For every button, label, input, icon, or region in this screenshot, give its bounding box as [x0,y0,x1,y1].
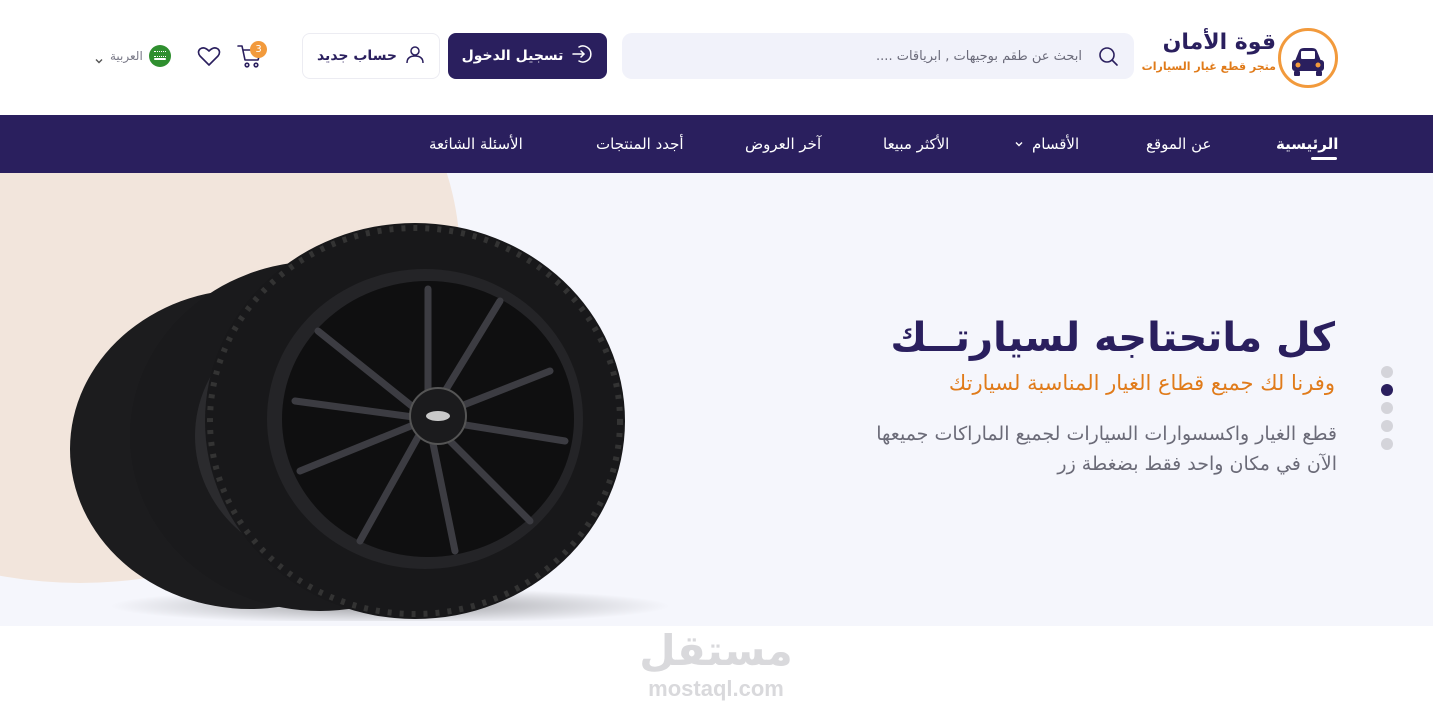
login-label: تسجيل الدخول [461,48,564,64]
hero-banner: كل ماتحتاجه لسيارتــك وفرنا لك جميع قطاع… [0,173,1433,626]
logo-tagline: متجر قطع غيار السيارات [1141,60,1276,73]
slider-dot[interactable] [1381,402,1393,414]
search-bar [622,33,1134,79]
nav-item-label: الرئيسية [1276,135,1339,153]
slider-dot[interactable] [1381,420,1393,432]
watermark-arabic: مستقل [639,626,793,675]
slider-pagination [1381,366,1393,456]
nav-item-label: الأكثر مبيعا [883,135,950,153]
nav-item-home[interactable]: الرئيسية [1276,115,1338,173]
language-label: العربية [110,49,143,63]
main-nav: الرئيسية عن الموقع الأقسام الأكثر مبيعا … [0,115,1433,173]
register-label: حساب جديد [316,48,398,64]
chevron-down-icon [94,51,104,64]
car-logo-icon [1278,28,1338,88]
nav-item-categories[interactable]: الأقسام [1014,115,1079,173]
nav-item-latest-offers[interactable]: آخر العروض [745,115,821,173]
hero-description: قطع الغيار واكسسوارات السيارات لجميع الم… [876,423,1337,475]
saudi-flag-icon [148,45,171,67]
nav-item-about[interactable]: عن الموقع [1146,115,1211,173]
site-logo[interactable]: قوة الأمان متجر قطع غيار السيارات [1142,26,1338,90]
hero-title: كل ماتحتاجه لسيارتــك [890,315,1335,361]
search-input[interactable] [638,33,1082,79]
user-icon [405,44,425,68]
nav-item-label: آخر العروض [745,135,822,153]
nav-item-faq[interactable]: الأسئلة الشائعة [429,115,523,173]
watermark: مستقل mostaql.com [628,626,804,706]
chevron-down-icon [1014,135,1024,153]
slider-dot[interactable] [1381,438,1393,450]
nav-item-label: الأسئلة الشائعة [429,135,523,153]
site-header: قوة الأمان متجر قطع غيار السيارات تسجيل … [0,0,1433,115]
nav-item-label: أجدد المنتجات [596,135,684,153]
tires-image [70,223,670,621]
search-icon[interactable] [1096,44,1120,68]
register-button[interactable]: حساب جديد [302,33,440,79]
cart-count-badge: 3 [250,41,267,58]
nav-item-newest-products[interactable]: أجدد المنتجات [596,115,684,173]
watermark-latin: mostaql.com [648,676,784,701]
nav-active-indicator [1311,157,1337,160]
nav-item-label: عن الموقع [1146,135,1212,153]
login-icon [571,43,593,69]
wishlist-heart-icon[interactable] [196,43,222,69]
logo-name: قوة الأمان [1162,30,1276,55]
login-button[interactable]: تسجيل الدخول [448,33,607,79]
slider-dot[interactable] [1381,366,1393,378]
nav-item-label: الأقسام [1032,135,1080,153]
slider-dot-active[interactable] [1381,384,1393,396]
language-selector[interactable]: العربية [94,44,171,68]
nav-item-best-sellers[interactable]: الأكثر مبيعا [883,115,949,173]
hero-subtitle: وفرنا لك جميع قطاع الغيار المناسبة لسيار… [948,371,1335,395]
